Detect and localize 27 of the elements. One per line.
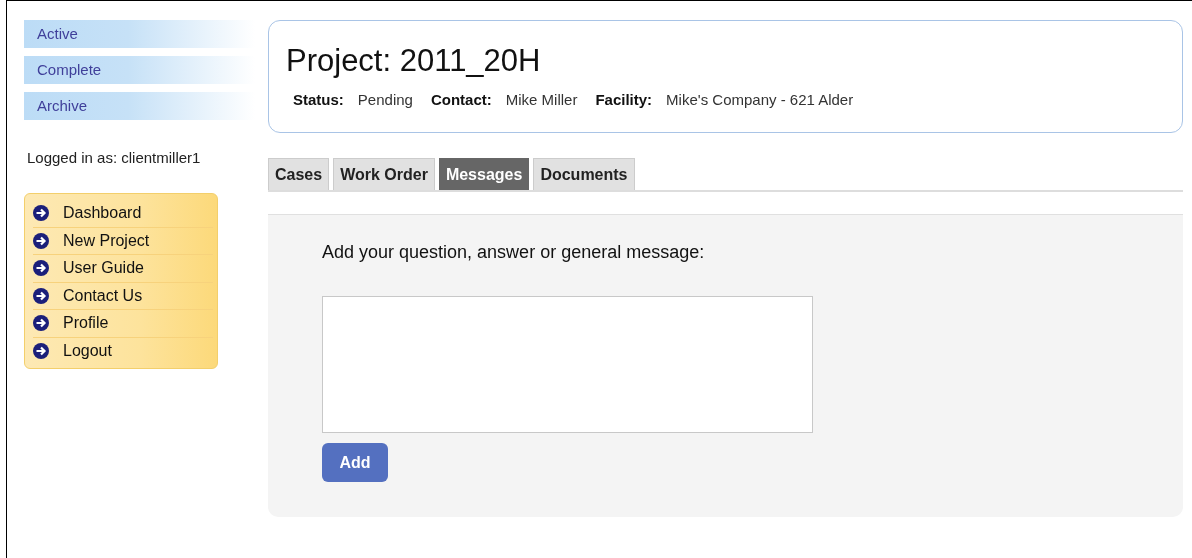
menu-item[interactable]: Dashboard	[33, 200, 213, 228]
field-label: Status:	[293, 91, 344, 108]
field-value: Mike's Company - 621 Alder	[666, 91, 854, 108]
arrow-circle-icon	[33, 287, 49, 304]
tab[interactable]: Messages	[438, 158, 530, 190]
arrow-circle-icon	[33, 315, 49, 332]
message-field[interactable]	[322, 296, 813, 433]
logged-in-text: Logged in as: clientmiller1	[27, 149, 202, 166]
add-button[interactable]: Add	[322, 443, 388, 482]
menu-item[interactable]: Contact Us	[33, 282, 213, 310]
project-title: Project: 2011_20H	[286, 43, 542, 79]
tab[interactable]: Work Order	[333, 158, 435, 190]
arrow-circle-icon	[33, 260, 49, 277]
field-label: Contact:	[430, 91, 492, 108]
tab[interactable]: Documents	[533, 158, 635, 190]
message-prompt: Add your question, answer or general message:	[322, 242, 706, 263]
menu-item[interactable]: Profile	[33, 310, 213, 338]
arrow-circle-icon	[33, 232, 49, 249]
arrow-circle-icon	[33, 205, 49, 222]
menu-item[interactable]: Logout	[33, 337, 213, 364]
field-value: Mike Miller	[505, 91, 578, 108]
arrow-circle-icon	[33, 342, 49, 359]
tab[interactable]: Cases	[268, 158, 330, 190]
field-value: Pending	[357, 91, 413, 108]
field-label: Facility:	[595, 91, 653, 108]
menu-item[interactable]: New Project	[33, 227, 213, 255]
menu-item[interactable]: User Guide	[33, 255, 213, 283]
